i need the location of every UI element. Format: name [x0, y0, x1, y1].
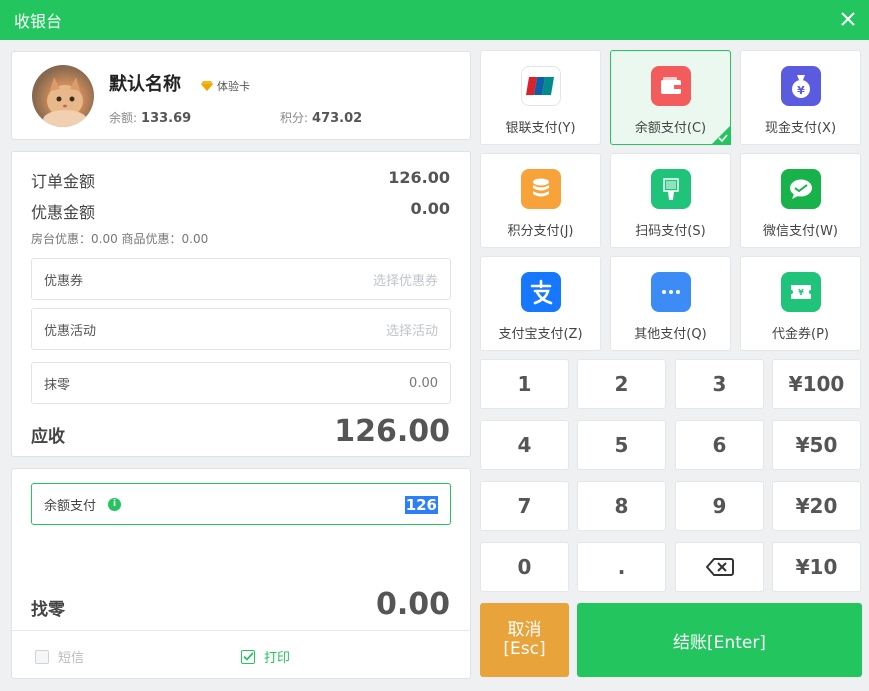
promo-label: 优惠活动: [44, 323, 97, 339]
balance-label: 余额:: [109, 111, 138, 125]
key-2[interactable]: 2: [577, 359, 666, 409]
cancel-shortcut: [Esc]: [503, 639, 546, 659]
wallet-icon: [650, 66, 691, 106]
print-checkbox[interactable]: [241, 649, 255, 664]
key-5[interactable]: 5: [577, 420, 666, 470]
key-9[interactable]: 9: [675, 481, 764, 531]
key-dot[interactable]: .: [577, 542, 666, 592]
method-label: 微信支付(W): [763, 224, 838, 239]
method-cash[interactable]: ¥ 现金支付(X): [740, 50, 861, 145]
method-unionpay[interactable]: 银联支付(Y): [480, 50, 601, 145]
change-amount: 0.00: [375, 587, 450, 622]
svg-text:¥: ¥: [798, 288, 804, 297]
promo-field[interactable]: 优惠活动 选择活动: [31, 308, 451, 350]
change-label: 找零: [31, 600, 65, 620]
method-voucher[interactable]: ¥ 代金券(P): [740, 256, 861, 351]
check-icon: [718, 134, 728, 142]
checkout-button[interactable]: 结账[Enter]: [577, 603, 862, 677]
window-title: 收银台: [14, 12, 63, 31]
balance-value: 133.69: [141, 111, 192, 126]
svg-text:¥: ¥: [797, 84, 805, 97]
avatar: [32, 65, 94, 127]
round-off-value: 0.00: [409, 375, 438, 391]
key-1[interactable]: 1: [480, 359, 569, 409]
key-3[interactable]: 3: [675, 359, 764, 409]
info-icon[interactable]: i: [108, 497, 122, 511]
due-label: 应收: [31, 427, 65, 447]
method-label: 支付宝支付(Z): [498, 327, 583, 342]
method-label: 积分支付(J): [507, 224, 574, 239]
key-backspace[interactable]: [675, 542, 764, 592]
coupon-label: 优惠券: [44, 273, 84, 289]
method-alipay[interactable]: 支付宝支付(Z): [480, 256, 601, 351]
divider: [12, 630, 470, 631]
key-10-yuan[interactable]: ¥10: [772, 542, 861, 592]
money-bag-icon: ¥: [780, 66, 821, 106]
key-100-yuan[interactable]: ¥100: [772, 359, 861, 409]
backspace-icon: [705, 558, 734, 576]
key-50-yuan[interactable]: ¥50: [772, 420, 861, 470]
method-label: 扫码支付(S): [635, 224, 706, 239]
payment-amount-input[interactable]: 余额支付 i 126: [31, 483, 451, 525]
alipay-icon: [520, 272, 561, 312]
discount-detail: 房台优惠：0.00 商品优惠：0.00: [31, 232, 209, 246]
key-6[interactable]: 6: [675, 420, 764, 470]
points-label: 积分:: [280, 111, 309, 125]
coupon-placeholder: 选择优惠券: [372, 273, 438, 289]
unionpay-icon: [520, 66, 561, 106]
key-0[interactable]: 0: [480, 542, 569, 592]
round-off-label: 抹零: [44, 377, 71, 393]
method-balance[interactable]: 余额支付(C): [610, 50, 731, 145]
due-amount: 126.00: [334, 414, 450, 449]
key-4[interactable]: 4: [480, 420, 569, 470]
round-off-field[interactable]: 抹零 0.00: [31, 362, 451, 404]
sms-option[interactable]: 短信: [35, 647, 84, 666]
print-label: 打印: [264, 651, 291, 666]
promo-placeholder: 选择活动: [385, 323, 438, 339]
method-label: 代金券(P): [772, 327, 829, 342]
member-panel: 默认名称 体验卡 余额: 133.69 积分: 473.02: [11, 51, 471, 140]
wechat-icon: [780, 169, 821, 209]
title-bar: 收银台: [0, 0, 869, 40]
barcode-scanner-icon: [650, 169, 691, 209]
order-amount-value: 126.00: [388, 168, 450, 187]
method-scan[interactable]: 扫码支付(S): [610, 153, 731, 248]
cat-avatar-image: [43, 77, 87, 127]
payment-amount-value[interactable]: 126: [404, 496, 438, 514]
coupon-field[interactable]: 优惠券 选择优惠券: [31, 258, 451, 300]
method-label: 其他支付(Q): [634, 327, 707, 342]
points-value: 473.02: [312, 111, 363, 126]
member-card-type: 体验卡: [217, 80, 250, 93]
voucher-icon: ¥: [780, 272, 821, 312]
cancel-button[interactable]: 取消 [Esc]: [480, 603, 569, 677]
member-balance: 余额: 133.69: [109, 109, 191, 126]
key-8[interactable]: 8: [577, 481, 666, 531]
member-card-badge: 体验卡: [200, 78, 250, 94]
method-label: 余额支付(C): [634, 121, 707, 136]
sms-checkbox[interactable]: [35, 649, 49, 664]
diamond-icon: [201, 81, 213, 91]
method-label: 银联支付(Y): [505, 121, 576, 136]
member-name: 默认名称: [109, 74, 181, 95]
key-7[interactable]: 7: [480, 481, 569, 531]
discount-value: 0.00: [410, 199, 450, 218]
coins-icon: [520, 169, 561, 209]
discount-label: 优惠金额: [31, 203, 96, 222]
check-icon: [242, 652, 254, 661]
payment-panel: 余额支付 i 126 找零 0.00 短信 打印: [11, 468, 471, 679]
print-option[interactable]: 打印: [241, 647, 290, 666]
method-points[interactable]: 积分支付(J): [480, 153, 601, 248]
cancel-label: 取消: [507, 620, 542, 640]
order-panel: 订单金额 126.00 优惠金额 0.00 房台优惠：0.00 商品优惠：0.0…: [11, 151, 471, 457]
key-20-yuan[interactable]: ¥20: [772, 481, 861, 531]
order-amount-label: 订单金额: [31, 172, 96, 191]
method-other[interactable]: 其他支付(Q): [610, 256, 731, 351]
method-wechat[interactable]: 微信支付(W): [740, 153, 861, 248]
sms-label: 短信: [58, 651, 85, 666]
method-label: 现金支付(X): [764, 121, 837, 136]
close-icon[interactable]: [837, 8, 859, 30]
member-points: 积分: 473.02: [280, 109, 362, 126]
more-icon: [650, 272, 691, 312]
payment-method-label: 余额支付: [44, 498, 97, 514]
